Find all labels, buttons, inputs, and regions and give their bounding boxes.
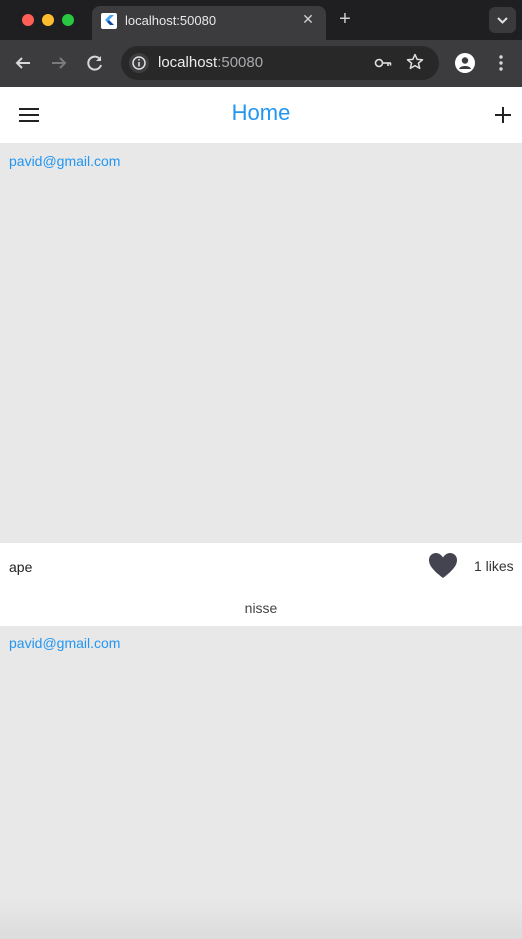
forward-arrow-icon[interactable]	[48, 52, 70, 74]
close-window-button[interactable]	[22, 14, 34, 26]
maximize-window-button[interactable]	[62, 14, 74, 26]
tab-close-icon[interactable]: ✕	[300, 11, 316, 27]
tab-search-button[interactable]	[489, 7, 516, 33]
app-viewport: Home pavid@gmail.com ape 1 likes nisse p…	[0, 87, 522, 939]
post-image[interactable]	[0, 143, 522, 543]
back-arrow-icon[interactable]	[12, 52, 34, 74]
browser-toolbar: localhost:50080	[0, 40, 522, 87]
post-comment: nisse	[244, 600, 278, 616]
url-host: localhost	[158, 54, 218, 71]
scroll-fade	[0, 899, 522, 939]
tab-title: localhost:50080	[125, 13, 217, 28]
app-bar: Home	[0, 87, 522, 143]
post-author-email[interactable]: pavid@gmail.com	[9, 635, 120, 651]
add-post-plus-icon[interactable]	[492, 104, 514, 126]
post-footer: ape 1 likes nisse	[0, 543, 522, 626]
profile-avatar-icon[interactable]	[454, 52, 476, 74]
bookmark-star-icon[interactable]	[405, 52, 425, 72]
minimize-window-button[interactable]	[42, 14, 54, 26]
page-title: Home	[231, 100, 291, 125]
new-tab-plus-icon[interactable]: +	[336, 9, 354, 29]
site-info-icon[interactable]	[129, 53, 149, 73]
likes-count: 1 likes	[474, 558, 514, 574]
browser-tab[interactable]: localhost:50080 ✕	[92, 6, 326, 40]
post-author-email[interactable]: pavid@gmail.com	[9, 153, 120, 169]
like-heart-icon[interactable]	[428, 552, 458, 580]
address-bar[interactable]: localhost:50080	[121, 46, 439, 80]
url-port: :50080	[217, 54, 264, 71]
reload-icon[interactable]	[84, 52, 106, 74]
browser-titlebar: localhost:50080 ✕ +	[0, 0, 522, 40]
url-text[interactable]: localhost:50080	[158, 54, 263, 71]
chevron-down-icon	[497, 17, 508, 24]
more-menu-icon[interactable]	[490, 52, 512, 74]
password-key-icon[interactable]	[373, 53, 393, 73]
post-image[interactable]	[0, 626, 522, 939]
post-caption: ape	[9, 559, 33, 575]
flutter-favicon-icon	[101, 13, 117, 29]
